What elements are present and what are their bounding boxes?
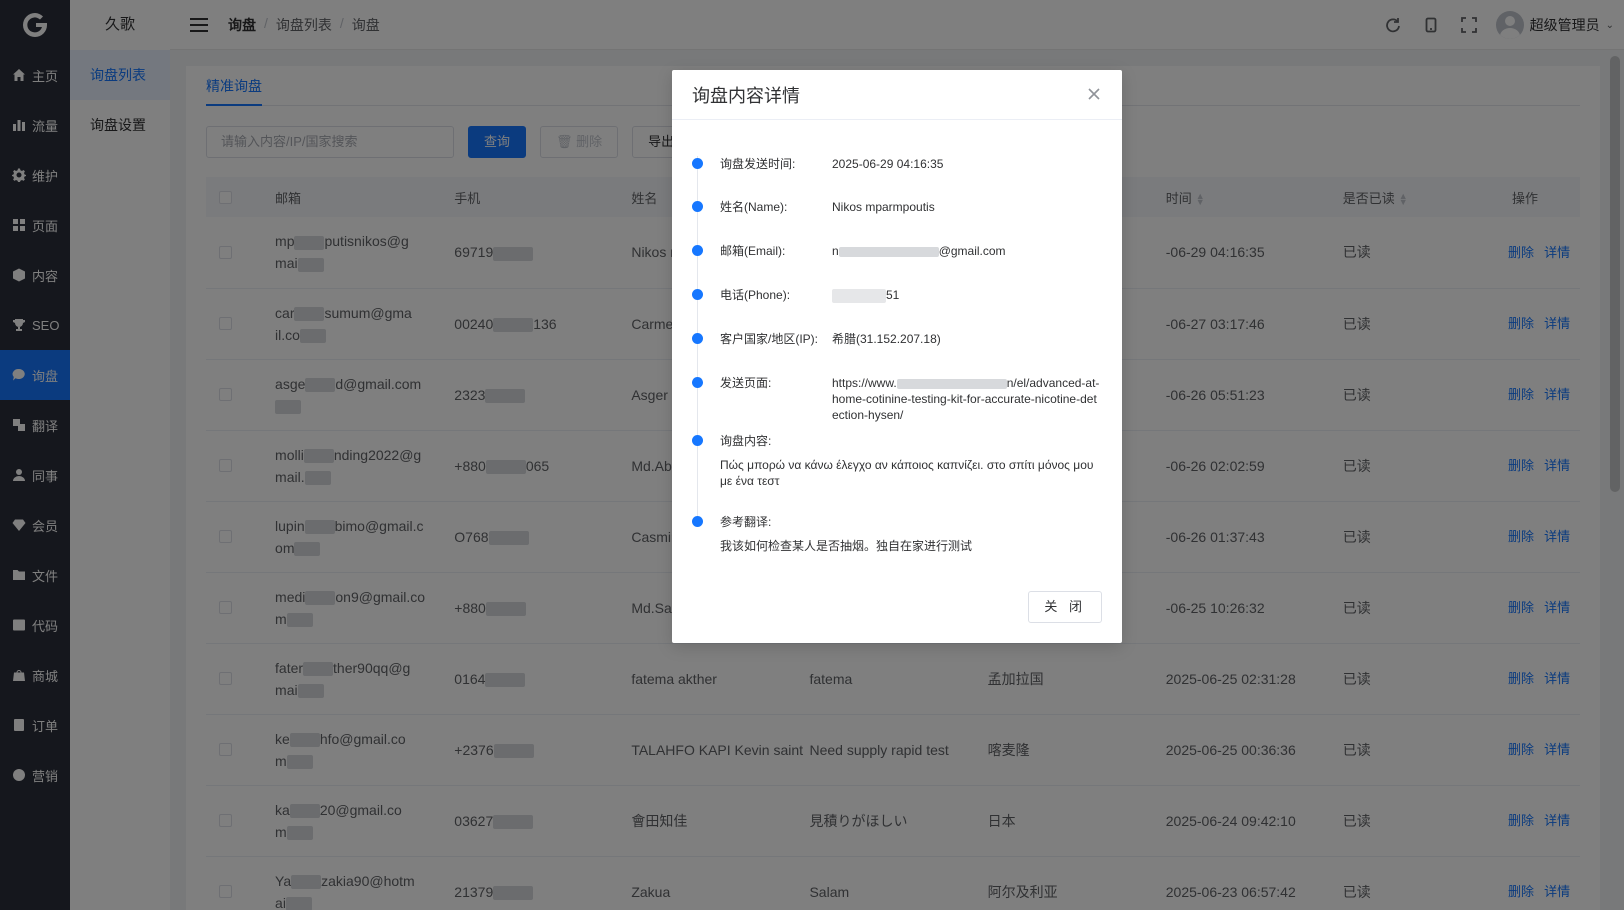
redacted-text: [896, 378, 1007, 389]
dialog-header: 询盘内容详情: [672, 70, 1122, 120]
dialog-close-button[interactable]: 关 闭: [1028, 591, 1102, 623]
timeline-dot: [692, 201, 703, 212]
redacted-text: [832, 288, 886, 303]
timeline-dot: [692, 333, 703, 344]
detail-value: n @gmail.com: [832, 244, 1006, 258]
detail-label: 电话(Phone):: [720, 288, 791, 302]
detail-value: Πώς μπορώ να κάνω έλεγχο αν κάποιος καπν…: [720, 458, 1094, 488]
detail-label: 邮箱(Email):: [720, 244, 786, 258]
detail-label: 客户国家/地区(IP):: [720, 332, 818, 346]
detail-value: 我该如何检查某人是否抽烟。独自在家进行测试: [720, 539, 973, 553]
timeline-dot: [692, 245, 703, 256]
timeline-dot: [692, 435, 703, 446]
detail-value: https://www. n/el/advanced-at-home-cotini…: [832, 376, 1100, 422]
timeline-dot: [692, 289, 703, 300]
detail-value: 2025-06-29 04:16:35: [832, 157, 944, 171]
detail-label: 参考翻译:: [720, 515, 772, 529]
inquiry-detail-dialog: 询盘内容详情 询盘发送时间: 2025-06-29 04:16:35 姓名(Na…: [672, 70, 1122, 643]
close-icon[interactable]: [1086, 86, 1102, 102]
detail-label: 姓名(Name):: [720, 200, 788, 214]
redacted-text: [838, 246, 939, 257]
dialog-title: 询盘内容详情: [692, 85, 800, 106]
timeline-dot: [692, 377, 703, 388]
detail-label: 发送页面:: [720, 376, 772, 390]
detail-value: 希腊(31.152.207.18): [832, 332, 941, 346]
detail-value: Nikos mparmpoutis: [832, 200, 935, 214]
detail-label: 询盘发送时间:: [720, 157, 796, 171]
detail-label: 询盘内容:: [720, 434, 772, 448]
timeline-dot: [692, 516, 703, 527]
timeline-dot: [692, 158, 703, 169]
detail-value: 51: [832, 287, 1102, 303]
